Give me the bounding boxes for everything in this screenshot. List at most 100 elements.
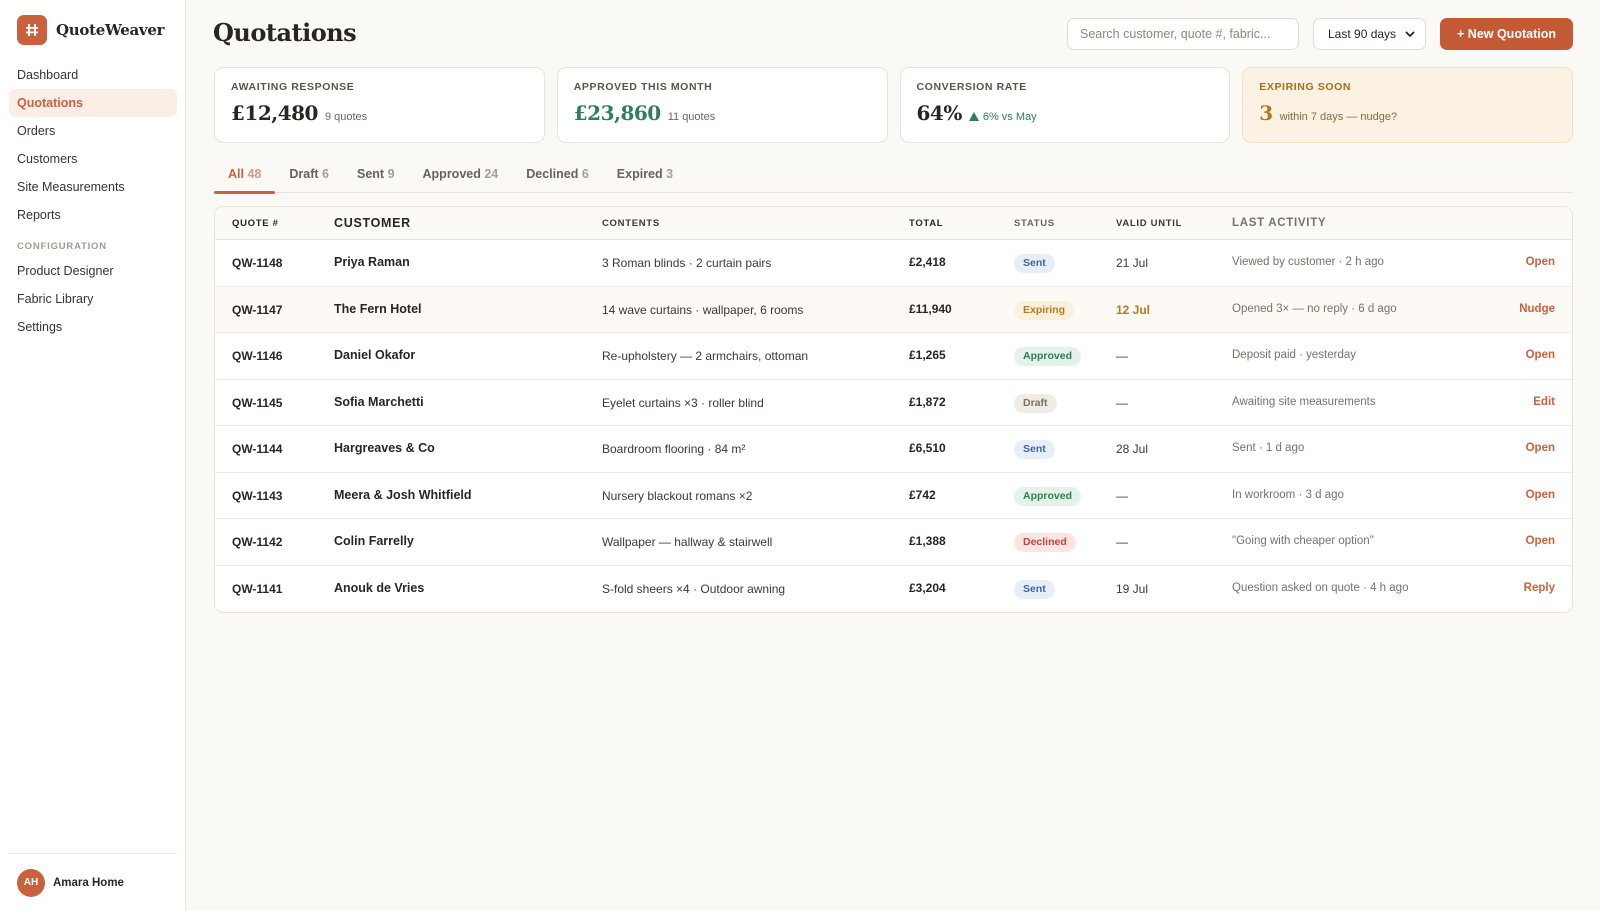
- tab-declined[interactable]: Declined 6: [512, 160, 603, 193]
- user-profile[interactable]: AH Amara Home: [9, 853, 177, 911]
- customer-name[interactable]: Anouk de Vries: [334, 566, 424, 610]
- sidebar-item-product-designer[interactable]: Product Designer: [9, 257, 177, 285]
- quote-number[interactable]: QW-1143: [232, 473, 282, 519]
- tab-sent[interactable]: Sent 9: [343, 160, 409, 193]
- row-action-link[interactable]: Open: [1526, 240, 1555, 284]
- quote-number[interactable]: QW-1144: [232, 426, 282, 472]
- row-action-link[interactable]: Reply: [1524, 566, 1555, 610]
- avatar: AH: [17, 868, 45, 897]
- sidebar-item-orders[interactable]: Orders: [9, 117, 177, 145]
- tab-count: 48: [247, 167, 262, 181]
- quote-total: £11,940: [909, 301, 952, 316]
- quote-total: £1,265: [909, 348, 946, 362]
- sidebar-section-configuration: CONFIGURATION: [17, 241, 107, 252]
- sidebar-item-quotations[interactable]: Quotations: [9, 89, 177, 117]
- row-action-link[interactable]: Open: [1526, 333, 1555, 377]
- column-header-customer[interactable]: CUSTOMER: [334, 207, 411, 240]
- customer-name[interactable]: Meera & Josh Whitfield: [334, 473, 472, 517]
- customer-name[interactable]: Priya Raman: [334, 240, 410, 284]
- column-header-valid-until[interactable]: VALID UNTIL: [1116, 207, 1182, 240]
- column-header-total[interactable]: TOTAL: [909, 207, 943, 240]
- row-action-link[interactable]: Nudge: [1519, 287, 1555, 331]
- quote-total: £3,204: [909, 580, 946, 595]
- quote-contents: Wallpaper — hallway & stairwell: [602, 535, 773, 549]
- column-header-status[interactable]: STATUS: [1014, 207, 1055, 240]
- quote-number[interactable]: QW-1148: [232, 240, 282, 286]
- kpi-sub: 9 quotes: [324, 111, 368, 123]
- customer-name[interactable]: Daniel Okafor: [334, 333, 415, 377]
- quote-number[interactable]: QW-1146: [232, 333, 282, 379]
- kpi-value: £23,860: [573, 101, 661, 125]
- quote-number[interactable]: QW-1141: [232, 566, 282, 612]
- valid-until: —: [1116, 395, 1128, 410]
- sidebar-item-settings[interactable]: Settings: [9, 313, 177, 341]
- page-title: Quotations: [213, 18, 357, 47]
- sidebar-item-customers[interactable]: Customers: [9, 145, 177, 173]
- table-row[interactable]: QW-1148 Priya Raman 3 Roman blinds · 2 cur…: [215, 240, 1572, 287]
- tab-expired[interactable]: Expired 3: [603, 160, 687, 193]
- quote-contents: 3 Roman blinds · 2 curtain pairs: [602, 256, 772, 270]
- row-action-link[interactable]: Open: [1526, 473, 1555, 517]
- row-action-link[interactable]: Edit: [1533, 380, 1555, 424]
- table-body: QW-1148 Priya Raman 3 Roman blinds · 2 cur…: [215, 240, 1572, 612]
- quote-contents: Boardroom flooring · 84 m²: [602, 442, 746, 456]
- valid-until: —: [1116, 535, 1128, 549]
- table-row[interactable]: QW-1141 Anouk de Vries S-fold sheers ×4 · …: [215, 566, 1572, 613]
- column-header-contents[interactable]: CONTENTS: [602, 207, 660, 240]
- tab-approved[interactable]: Approved 24: [409, 160, 513, 193]
- tab-draft[interactable]: Draft 6: [275, 160, 343, 193]
- tab-all[interactable]: All 48: [214, 160, 276, 194]
- customer-name[interactable]: Sofia Marchetti: [334, 380, 424, 424]
- kpi-value: 3: [1259, 101, 1273, 125]
- quote-contents: Re-upholstery — 2 armchairs, ottoman: [602, 349, 809, 363]
- sidebar-item-reports[interactable]: Reports: [9, 201, 177, 229]
- status-cell: Draft: [1014, 380, 1057, 426]
- status-badge: Expiring: [1014, 300, 1075, 320]
- table-row[interactable]: QW-1146 Daniel Okafor Re-upholstery — 2 ar…: [215, 333, 1572, 380]
- customer-name[interactable]: Hargreaves & Co: [334, 426, 435, 470]
- tab-count: 9: [387, 167, 395, 181]
- kpi-awaiting-response[interactable]: AWAITING RESPONSE £12,480 9 quotes: [214, 67, 545, 143]
- row-action-link[interactable]: Open: [1526, 519, 1555, 563]
- kpi-conversion-rate[interactable]: CONVERSION RATE 64% 6% vs May: [899, 67, 1231, 143]
- kpi-value: 64%: [916, 101, 963, 125]
- brand[interactable]: QuoteWeaver: [17, 15, 165, 45]
- new-quotation-button[interactable]: + New Quotation: [1440, 18, 1573, 50]
- search-input[interactable]: [1067, 18, 1299, 50]
- kpi-approved-this-month[interactable]: APPROVED THIS MONTH £23,860 11 quotes: [556, 67, 888, 143]
- quote-total: £742: [909, 487, 936, 502]
- table-row[interactable]: QW-1144 Hargreaves & Co Boardroom flooring…: [215, 426, 1572, 473]
- row-action-link[interactable]: Open: [1526, 426, 1555, 470]
- customer-name[interactable]: The Fern Hotel: [334, 287, 422, 331]
- sidebar-item-site-measurements[interactable]: Site Measurements: [9, 173, 177, 201]
- quote-total: £1,872: [909, 394, 946, 409]
- kpi-sub: within 7 days — nudge?: [1279, 111, 1398, 123]
- sidebar-item-dashboard[interactable]: Dashboard: [9, 61, 177, 89]
- valid-until: 28 Jul: [1116, 442, 1149, 456]
- table-row[interactable]: QW-1142 Colin Farrelly Wallpaper — hallway…: [215, 519, 1572, 566]
- quote-total: £6,510: [909, 441, 946, 455]
- status-cell: Sent: [1014, 240, 1055, 286]
- quote-number[interactable]: QW-1147: [232, 287, 282, 333]
- status-cell: Expiring: [1014, 287, 1075, 333]
- column-header-last-activity[interactable]: LAST ACTIVITY: [1232, 207, 1326, 240]
- column-header-quote[interactable]: QUOTE #: [232, 207, 279, 240]
- quote-contents: 14 wave curtains · wallpaper, 6 rooms: [602, 302, 804, 317]
- kpi-expiring-soon[interactable]: EXPIRING SOON 3 within 7 days — nudge?: [1242, 67, 1573, 143]
- table-row[interactable]: QW-1147 The Fern Hotel 14 wave curtains · …: [215, 286, 1572, 333]
- quote-contents: Nursery blackout romans ×2: [602, 488, 753, 503]
- brand-name: QuoteWeaver: [56, 21, 165, 39]
- quote-number[interactable]: QW-1145: [232, 380, 282, 426]
- last-activity: Viewed by customer · 2 h ago: [1232, 256, 1384, 268]
- sidebar: QuoteWeaver Dashboard Quotations Orders …: [0, 0, 186, 911]
- status-cell: Approved: [1014, 473, 1082, 519]
- customer-name[interactable]: Colin Farrelly: [334, 519, 414, 563]
- quote-number[interactable]: QW-1142: [232, 519, 282, 565]
- status-badge: Draft: [1014, 393, 1057, 413]
- sidebar-item-fabric-library[interactable]: Fabric Library: [9, 285, 177, 313]
- status-cell: Approved: [1014, 333, 1082, 379]
- table-row[interactable]: QW-1143 Meera & Josh Whitfield Nursery bla…: [215, 473, 1572, 519]
- trend-up-icon: [968, 112, 979, 121]
- table-row[interactable]: QW-1145 Sofia Marchetti Eyelet curtains ×3…: [215, 380, 1572, 426]
- date-range-select[interactable]: Last 90 days: [1313, 18, 1426, 50]
